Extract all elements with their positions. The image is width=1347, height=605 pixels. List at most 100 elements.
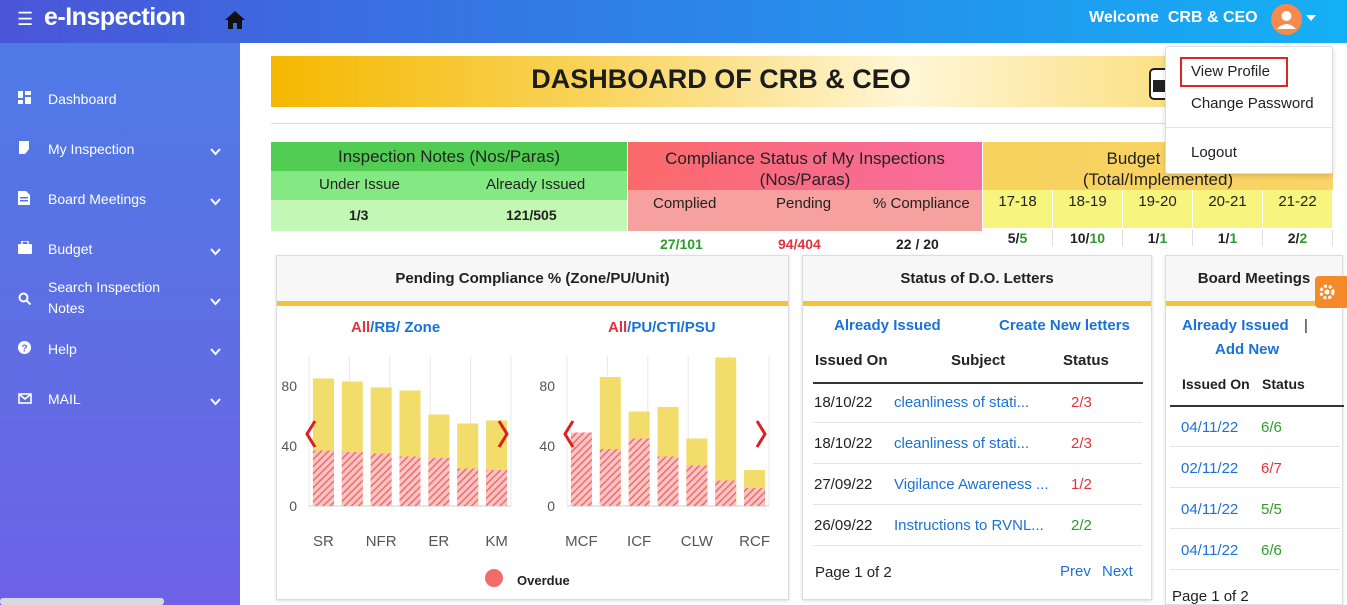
filter-all[interactable]: All <box>608 319 627 336</box>
bar-overdue[interactable] <box>399 456 421 507</box>
bar-overdue[interactable] <box>715 480 737 507</box>
meeting-date-link[interactable]: 02/11/22 <box>1181 460 1238 477</box>
meeting-date-link[interactable]: 04/11/22 <box>1181 542 1238 559</box>
bar-overdue[interactable] <box>599 449 621 506</box>
meeting-status-cell: 6/6 <box>1261 542 1282 559</box>
budget-value-cell[interactable]: 10/10 <box>1053 230 1123 246</box>
settings-gear-icon[interactable] <box>1315 276 1347 308</box>
already-issued-value[interactable]: 121/505 <box>506 200 557 231</box>
status-cell: 1/2 <box>1071 476 1092 493</box>
filter-rb[interactable]: /RB/ <box>370 319 400 336</box>
bar-overdue[interactable] <box>312 450 334 507</box>
budget-year-cell: 20-21 <box>1193 190 1263 228</box>
board-meeting-row[interactable]: 04/11/22 5/5 <box>1170 488 1340 529</box>
bar-overdue[interactable] <box>686 465 708 507</box>
overdue-legend-swatch <box>485 569 503 587</box>
budget-value-cell[interactable]: 1/1 <box>1193 230 1263 246</box>
logout-item[interactable]: Logout <box>1191 144 1237 161</box>
budget-value-cell[interactable]: 2/2 <box>1263 230 1333 246</box>
do-letter-row[interactable]: 18/10/22 cleanliness of stati... 2/3 <box>813 383 1142 423</box>
search-icon <box>18 292 32 310</box>
sidebar-item-budget[interactable]: Budget <box>0 227 240 271</box>
subject-link[interactable]: Instructions to RVNL... <box>894 517 1044 534</box>
subject-link[interactable]: cleanliness of stati... <box>894 435 1029 452</box>
subject-link[interactable]: cleanliness of stati... <box>894 394 1029 411</box>
chevron-down-icon <box>210 393 221 411</box>
sidebar-item-label: MAIL <box>48 391 81 407</box>
pu-bar-chart: 0 40 80 MCF ICF CLW RCF <box>539 356 770 550</box>
sidebar-item-label: Board Meetings <box>48 191 147 207</box>
meeting-date-link[interactable]: 04/11/22 <box>1181 419 1238 436</box>
bar-overdue[interactable] <box>628 438 650 507</box>
budget-value-cell[interactable]: 1/1 <box>1123 230 1193 246</box>
col-pending: Pending <box>776 195 832 212</box>
pending-compliance-title: Pending Compliance % (Zone/PU/Unit) <box>277 256 788 306</box>
x-tick-label: ICF <box>627 533 651 550</box>
separator: | <box>1304 317 1308 334</box>
pending-value[interactable]: 94/404 <box>778 236 821 252</box>
overdue-legend-label: Overdue <box>517 573 570 588</box>
sidebar-item-board-meetings[interactable]: Board Meetings <box>0 177 240 221</box>
compliance-percent-value: 22 / 20 <box>896 236 939 252</box>
y-tick-label: 40 <box>281 438 297 454</box>
pagination-info: Page 1 of 2 <box>815 564 892 581</box>
user-menu-caret-icon[interactable] <box>1306 15 1316 21</box>
meeting-date-link[interactable]: 04/11/22 <box>1181 501 1238 518</box>
horizontal-scrollbar[interactable] <box>0 598 164 605</box>
sidebar-item-label: Search Inspection <box>48 279 161 295</box>
welcome-text: Welcome CRB & CEO <box>1089 9 1258 26</box>
board-meeting-row[interactable]: 04/11/22 6/6 <box>1170 529 1340 570</box>
chevron-right-icon[interactable] <box>755 420 767 448</box>
bar-overdue[interactable] <box>657 456 679 507</box>
view-profile-item[interactable]: View Profile <box>1191 63 1270 80</box>
sidebar-item-dashboard[interactable]: Dashboard <box>0 77 240 121</box>
meeting-status-cell: 6/6 <box>1261 419 1282 436</box>
create-new-letters-link[interactable]: Create New letters <box>999 317 1130 334</box>
user-avatar-icon[interactable] <box>1271 4 1302 35</box>
inspection-notes-table: Inspection Notes (Nos/Paras) Under Issue… <box>271 142 627 231</box>
do-letter-row[interactable]: 18/10/22 cleanliness of stati... 2/3 <box>813 424 1142 464</box>
under-issue-value[interactable]: 1/3 <box>349 200 368 231</box>
already-issued-link[interactable]: Already Issued <box>834 317 941 334</box>
y-tick-label: 0 <box>289 498 297 514</box>
complied-value[interactable]: 27/101 <box>660 236 703 252</box>
bar-overdue[interactable] <box>341 452 363 506</box>
bar-overdue[interactable] <box>457 468 479 507</box>
board-meeting-row[interactable]: 02/11/22 6/7 <box>1170 447 1340 488</box>
prev-button[interactable]: Prev <box>1060 563 1091 580</box>
next-button[interactable]: Next <box>1102 563 1133 580</box>
budget-value-cell[interactable]: 5/5 <box>983 230 1053 246</box>
hamburger-menu-icon[interactable]: ☰ <box>17 9 33 30</box>
sidebar-item-help[interactable]: ? Help <box>0 327 240 371</box>
sidebar-item-label: Dashboard <box>48 91 117 107</box>
filter-zone[interactable]: Zone <box>400 319 440 336</box>
home-icon[interactable] <box>224 10 246 35</box>
filter-psu[interactable]: /PSU <box>681 319 716 336</box>
status-cell: 2/2 <box>1071 517 1092 534</box>
issued-on-cell: 27/09/22 <box>814 476 873 493</box>
y-tick-label: 80 <box>281 378 297 394</box>
already-issued-link[interactable]: Already Issued <box>1182 317 1289 334</box>
y-tick-label: 40 <box>539 438 555 454</box>
bar-overdue[interactable] <box>744 488 766 506</box>
do-letters-title: Status of D.O. Letters <box>803 256 1151 306</box>
change-password-item[interactable]: Change Password <box>1191 95 1314 112</box>
bar-overdue[interactable] <box>570 432 592 507</box>
board-meeting-row[interactable]: 04/11/22 6/6 <box>1170 406 1340 447</box>
sidebar-item-search-inspection-notes[interactable]: Search Inspection Notes <box>0 277 240 327</box>
filter-pu[interactable]: /PU/ <box>627 319 656 336</box>
filter-all[interactable]: All <box>351 319 370 336</box>
x-tick-label: ER <box>428 533 449 550</box>
y-tick-label: 80 <box>539 378 555 394</box>
add-new-link[interactable]: Add New <box>1215 341 1279 358</box>
bar-overdue[interactable] <box>486 470 508 506</box>
filter-cti[interactable]: CTI <box>656 319 680 336</box>
bar-overdue[interactable] <box>428 458 450 506</box>
bar-overdue[interactable] <box>370 453 392 507</box>
sidebar-item-mail[interactable]: MAIL <box>0 377 240 421</box>
do-letter-row[interactable]: 27/09/22 Vigilance Awareness ... 1/2 <box>813 465 1142 505</box>
subject-link[interactable]: Vigilance Awareness ... <box>894 476 1049 493</box>
do-letter-row[interactable]: 26/09/22 Instructions to RVNL... 2/2 <box>813 506 1142 546</box>
brand-logo[interactable]: e-Inspection <box>44 3 186 32</box>
sidebar-item-my-inspection[interactable]: My Inspection <box>0 127 240 171</box>
